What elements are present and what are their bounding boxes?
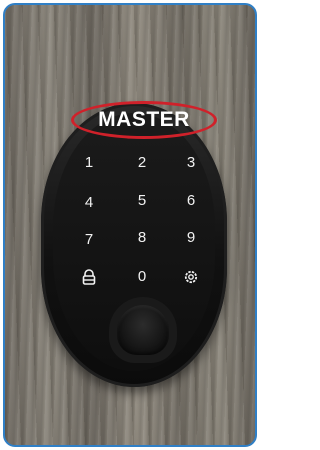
key-9[interactable]: 9	[176, 228, 206, 248]
key-7[interactable]: 7	[74, 230, 104, 250]
key-0[interactable]: 0	[127, 267, 157, 287]
photo-frame: 1 2 3 4 5 6 7 8 9 0 MASTER	[3, 3, 257, 447]
key-3[interactable]: 3	[176, 153, 206, 173]
gear-icon[interactable]	[176, 267, 206, 287]
key-1[interactable]: 1	[74, 153, 104, 173]
fingerprint-sensor[interactable]	[117, 305, 169, 355]
key-5[interactable]: 5	[127, 191, 157, 211]
key-4[interactable]: 4	[74, 193, 104, 213]
key-8[interactable]: 8	[127, 228, 157, 248]
lock-icon[interactable]	[74, 267, 104, 287]
highlight-oval	[71, 101, 217, 139]
key-2[interactable]: 2	[127, 153, 157, 173]
key-6[interactable]: 6	[176, 191, 206, 211]
